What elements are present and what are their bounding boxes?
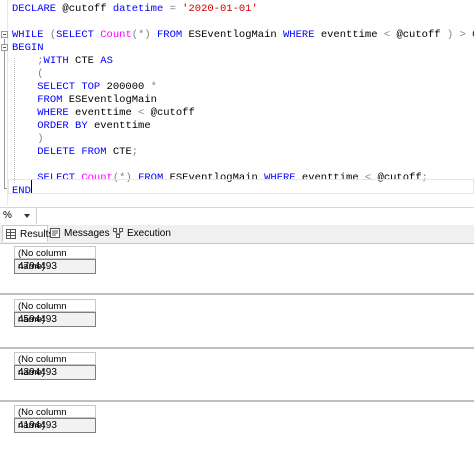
code-token: (*)	[131, 29, 157, 41]
code-line[interactable]: ORDER BY eventtime	[12, 120, 151, 133]
result-splitter[interactable]	[0, 400, 474, 402]
code-token: <	[138, 107, 151, 119]
result-splitter[interactable]	[0, 347, 474, 349]
code-line[interactable]: )	[12, 133, 44, 146]
code-token: FROM	[156, 29, 189, 41]
code-line[interactable]: WHERE eventtime < @cutoff	[12, 107, 195, 120]
fold-toggle-begin[interactable]	[1, 44, 8, 51]
code-line[interactable]: ;WITH CTE AS	[12, 55, 113, 68]
fold-end-marker	[4, 188, 7, 189]
code-line[interactable]: WHILE (SELECT Count(*) FROM ESEventlogMa…	[12, 29, 474, 42]
code-token: AS	[100, 55, 113, 67]
messages-icon	[50, 228, 60, 238]
code-token: ESEventlogMain	[68, 94, 157, 106]
code-token: SELECT TOP	[37, 81, 107, 93]
result-grid[interactable]: (No column name) 4194493	[14, 405, 96, 433]
execution-plan-icon	[113, 228, 123, 238]
code-token: BEGIN	[12, 42, 44, 54]
code-token: DELETE FROM	[37, 146, 113, 158]
code-line[interactable]: DELETE FROM CTE;	[12, 146, 138, 159]
zoom-bar: %	[0, 207, 474, 224]
tab-results[interactable]: Results	[2, 225, 53, 242]
code-token: <	[383, 29, 397, 41]
fold-toggle-while[interactable]	[1, 31, 8, 38]
code-token: )	[37, 133, 44, 145]
code-token: @cutoff	[396, 29, 447, 41]
result-cell[interactable]: 4194493	[14, 418, 96, 433]
code-token: WHILE	[12, 29, 50, 41]
results-pane: (No column name) 4794493 (No column name…	[0, 244, 474, 450]
code-token: WHERE	[37, 107, 76, 119]
tab-execution-plan[interactable]: Execution plan	[110, 225, 188, 256]
code-token: CTE	[112, 146, 132, 158]
result-grid[interactable]: (No column name) 4394493	[14, 352, 96, 380]
code-token: ESEventlogMain	[188, 29, 283, 41]
code-token: CTE	[75, 55, 101, 67]
code-line[interactable]: (	[12, 68, 44, 81]
code-token: ;	[131, 146, 139, 158]
tab-messages[interactable]: Messages	[47, 225, 110, 242]
result-cell[interactable]: 4394493	[14, 365, 96, 380]
result-grid[interactable]: (No column name) 4794493	[14, 246, 96, 274]
code-token: SELECT	[56, 29, 101, 41]
zoom-separator	[36, 208, 37, 224]
column-header[interactable]: (No column name)	[14, 352, 96, 378]
code-token: @cutoff	[62, 3, 113, 15]
zoom-level[interactable]: %	[3, 210, 12, 221]
code-token: datetime	[112, 3, 170, 15]
column-header[interactable]: (No column name)	[14, 246, 96, 272]
code-token: WHERE	[283, 29, 321, 41]
column-header[interactable]: (No column name)	[14, 405, 96, 431]
results-tab-strip: Results Messages Execution plan	[0, 225, 474, 256]
current-line-highlight	[8, 179, 474, 194]
fold-guide-line	[4, 39, 5, 188]
code-token: ) >	[446, 29, 473, 41]
sql-editor[interactable]: DECLARE @cutoff datetime = '2020-01-01' W…	[0, 0, 474, 205]
code-token: @cutoff	[150, 107, 195, 119]
code-line[interactable]: BEGIN	[12, 42, 44, 55]
code-token: eventtime	[75, 107, 139, 119]
code-line[interactable]: FROM ESEventlogMain	[12, 94, 157, 107]
result-cell[interactable]: 4594493	[14, 312, 96, 327]
code-token: Count	[100, 29, 132, 41]
grid-icon	[6, 229, 16, 239]
zoom-dropdown-arrow-icon[interactable]	[24, 214, 30, 218]
code-token: eventtime	[320, 29, 384, 41]
code-line[interactable]: DECLARE @cutoff datetime = '2020-01-01'	[12, 3, 258, 16]
code-token: WITH	[43, 55, 76, 67]
code-token: '2020-01-01'	[182, 3, 258, 15]
code-token: FROM	[37, 94, 69, 106]
result-grid[interactable]: (No column name) 4594493	[14, 299, 96, 327]
code-token: (	[37, 68, 44, 80]
code-token: *	[150, 81, 157, 93]
code-line[interactable]: SELECT TOP 200000 *	[12, 81, 157, 94]
code-token: DECLARE	[12, 3, 63, 15]
code-token: 200000	[106, 81, 151, 93]
tab-messages-label: Messages	[64, 228, 110, 239]
code-token: ORDER BY	[37, 120, 94, 132]
code-token: =	[169, 3, 183, 15]
result-cell[interactable]: 4794493	[14, 259, 96, 274]
column-header[interactable]: (No column name)	[14, 299, 96, 325]
code-token: eventtime	[93, 120, 151, 132]
result-splitter[interactable]	[0, 293, 474, 295]
text-caret	[31, 180, 32, 193]
